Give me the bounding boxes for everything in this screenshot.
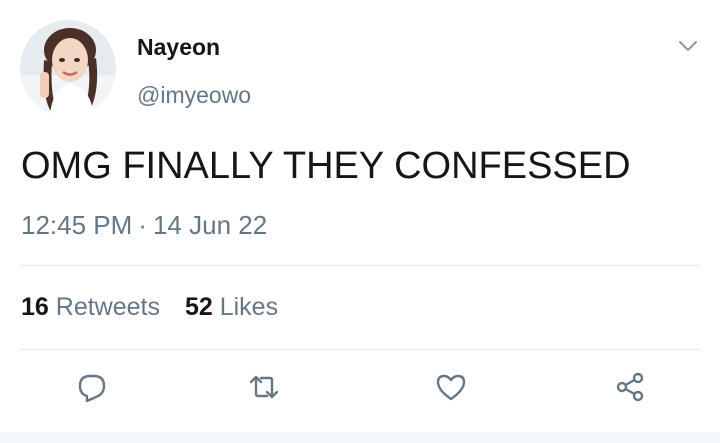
tweet-date: 14 Jun 22: [152, 210, 268, 240]
tweet-card: Nayeon @imyeowo OMG FINALLY THEY CONFESS…: [0, 0, 720, 443]
like-button[interactable]: [430, 366, 472, 408]
reply-icon: [78, 374, 106, 403]
retweet-button[interactable]: [243, 366, 285, 408]
likes-label: Likes: [219, 293, 279, 321]
reply-button[interactable]: [71, 366, 113, 408]
tweet-actions: [0, 366, 720, 416]
tweet-time: 12:45 PM: [21, 210, 133, 240]
avatar-image: [20, 20, 116, 116]
bottom-separator: [0, 432, 720, 443]
tweet-stats: 16 Retweets 52 Likes: [21, 293, 296, 322]
chevron-down-icon[interactable]: [677, 37, 699, 55]
tweet-text: OMG FINALLY THEY CONFESSED: [21, 145, 631, 187]
divider: [20, 349, 700, 350]
retweets-label: Retweets: [55, 293, 160, 321]
display-name[interactable]: Nayeon: [137, 34, 220, 61]
avatar[interactable]: [20, 20, 116, 116]
meta-separator: ·: [138, 210, 147, 240]
retweets-stat[interactable]: 16 Retweets: [21, 293, 160, 321]
share-button[interactable]: [609, 366, 651, 408]
heart-icon: [436, 374, 466, 401]
likes-stat[interactable]: 52 Likes: [185, 293, 278, 321]
tweet-timestamp[interactable]: 12:45 PM · 14 Jun 22: [21, 210, 267, 241]
retweets-count: 16: [21, 293, 49, 321]
retweet-icon: [249, 375, 279, 399]
divider: [20, 265, 700, 266]
likes-count: 52: [184, 293, 213, 321]
share-icon: [616, 372, 644, 402]
user-handle[interactable]: @imyeowo: [137, 82, 251, 109]
